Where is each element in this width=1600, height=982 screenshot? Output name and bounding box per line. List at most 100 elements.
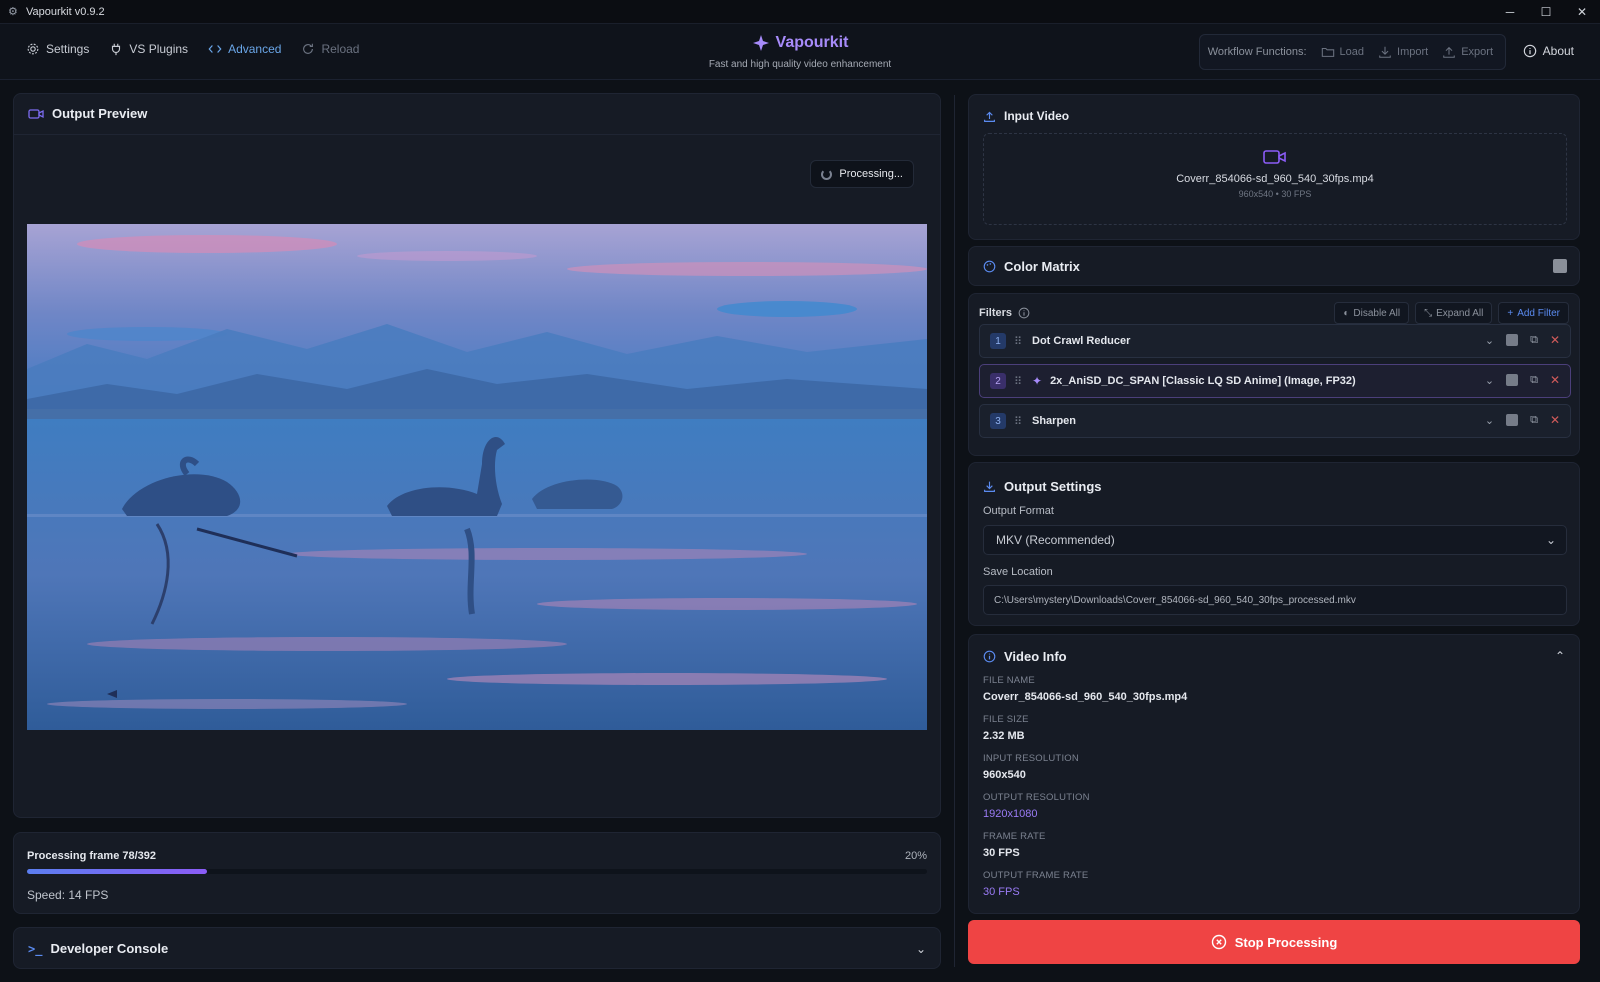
expand-icon: ⤡ [1424,307,1433,319]
progress-panel: Processing frame 78/392 20% Speed: 14 FP… [13,832,941,914]
chevron-down-icon[interactable]: ⌄ [1485,374,1494,387]
duplicate-icon[interactable]: ⧉ [1530,414,1538,427]
info-icon [983,650,996,663]
minimize-button[interactable]: ─ [1492,0,1528,24]
disable-all-button[interactable]: ◐ Disable All [1334,302,1410,324]
drag-handle-icon[interactable]: ⠿ [1014,375,1024,388]
stop-circle-icon [1211,934,1226,950]
load-button[interactable]: Load [1321,45,1364,59]
terminal-icon: >_ [28,941,43,956]
filter-name: Sharpen [1032,415,1077,427]
info-value: 30 FPS [983,847,1020,859]
video-camera-icon [984,148,1566,169]
export-label: Export [1461,46,1493,58]
import-label: Import [1397,46,1429,58]
download-icon [984,481,995,492]
info-key: FRAME RATE [983,831,1046,842]
progress-bar-fill [27,869,207,874]
filter-enabled-checkbox[interactable] [1506,414,1519,426]
info-key: FILE NAME [983,675,1035,686]
chevron-down-icon[interactable]: ⌄ [916,942,926,956]
sparkle-icon: ✦ [1032,374,1043,388]
export-button[interactable]: Export [1442,45,1493,59]
save-location-label: Save Location [983,566,1053,578]
maximize-button[interactable]: ☐ [1528,0,1564,24]
stop-processing-button[interactable]: Stop Processing [968,920,1580,964]
processing-status-badge: Processing... [810,160,914,188]
save-location-value: C:\Users\mystery\Downloads\Coverr_854066… [994,594,1356,606]
processing-frame-text: Processing frame 78/392 [27,850,157,862]
remove-filter-icon[interactable]: ✕ [1550,373,1560,387]
filters-panel: Filters ◐ Disable All ⤡ Expand All + Add Fi… [968,293,1580,456]
remove-filter-icon[interactable]: ✕ [1550,333,1560,347]
expand-all-button[interactable]: ⤡ Expand All [1415,302,1493,324]
info-icon[interactable] [1018,307,1030,319]
duplicate-icon[interactable]: ⧉ [1530,334,1538,347]
drag-handle-icon[interactable]: ⠿ [1014,335,1024,348]
output-format-value: MKV (Recommended) [996,533,1115,547]
filter-row[interactable]: 2 ⠿ ✦ 2x_AniSD_DC_SPAN [Classic LQ SD An… [979,364,1571,398]
color-matrix-title: Color Matrix [1004,259,1080,274]
workflow-functions: Workflow Functions: Load Import Export [1198,34,1506,70]
duplicate-icon[interactable]: ⧉ [1530,374,1538,387]
color-matrix-panel[interactable]: Color Matrix [968,246,1580,286]
toggle-icon: ◐ [1343,307,1350,319]
input-file-name: Coverr_854066-sd_960_540_30fps.mp4 [1176,173,1374,185]
filter-enabled-checkbox[interactable] [1506,374,1519,386]
filter-name: 2x_AniSD_DC_SPAN [Classic LQ SD Anime] (… [1050,375,1356,387]
title-bar: ⚙ Vapourkit v0.9.2 ─ ☐ ✕ [0,0,1600,24]
output-preview-title: Output Preview [52,106,148,121]
info-key: OUTPUT FRAME RATE [983,870,1089,881]
input-video-panel: Input Video Coverr_854066-sd_960_540_30f… [968,94,1580,240]
info-value: Coverr_854066-sd_960_540_30fps.mp4 [983,691,1188,703]
filters-label: Filters [979,307,1013,319]
info-value: 1920x1080 [983,808,1038,820]
filter-order-badge: 2 [990,373,1006,389]
color-matrix-checkbox[interactable] [1553,259,1567,273]
filter-enabled-checkbox[interactable] [1506,334,1519,346]
progress-percent: 20% [904,850,927,862]
load-label: Load [1339,46,1365,58]
app-gear-icon: ⚙ [8,5,18,18]
info-item: FILE NAME Coverr_854066-sd_960_540_30fps… [983,675,1187,714]
add-filter-button[interactable]: + Add Filter [1498,302,1569,324]
info-item: INPUT RESOLUTION 960x540 [983,753,1187,792]
drag-handle-icon[interactable]: ⠿ [1014,415,1024,428]
info-item: FILE SIZE 2.32 MB [983,714,1187,753]
output-format-label: Output Format [983,505,1054,517]
workflow-label: Workflow Functions: [1207,46,1307,58]
chevron-up-icon[interactable]: ⌃ [1555,649,1565,663]
output-preview-panel: Output Preview Processing... [13,93,941,818]
app-name: Vapourkit [775,34,849,51]
about-button[interactable]: About [1523,44,1574,58]
plus-icon: + [1507,307,1514,319]
sparkle-icon [752,35,769,51]
info-key: OUTPUT RESOLUTION [983,792,1090,803]
import-button[interactable]: Import [1378,45,1428,59]
chevron-down-icon: ⌄ [1545,533,1556,547]
output-settings-title: Output Settings [1004,479,1102,494]
save-location-field[interactable]: C:\Users\mystery\Downloads\Coverr_854066… [983,585,1567,615]
filter-row[interactable]: 1 ⠿ Dot Crawl Reducer ⌄ ⧉ ✕ [979,324,1571,358]
add-filter-label: Add Filter [1517,307,1560,319]
info-key: INPUT RESOLUTION [983,753,1079,764]
output-format-select[interactable]: MKV (Recommended) ⌄ [983,525,1567,555]
divider [14,134,940,135]
download-icon [1379,46,1391,58]
info-value: 30 FPS [983,886,1020,898]
close-window-button[interactable]: ✕ [1564,0,1600,24]
about-label: About [1542,44,1574,58]
upload-icon [1443,46,1455,58]
video-dropzone[interactable]: Coverr_854066-sd_960_540_30fps.mp4 960x5… [983,133,1567,225]
input-file-meta: 960x540 • 30 FPS [1238,189,1312,199]
filter-name: Dot Crawl Reducer [1032,335,1131,347]
chevron-down-icon[interactable]: ⌄ [1485,414,1494,427]
developer-console[interactable]: >_ Developer Console ⌄ [13,927,941,969]
filter-row[interactable]: 3 ⠿ Sharpen ⌄ ⧉ ✕ [979,404,1571,438]
folder-icon [1321,47,1334,57]
remove-filter-icon[interactable]: ✕ [1550,413,1560,427]
video-preview-frame [27,224,927,730]
info-item: OUTPUT RESOLUTION 1920x1080 [983,792,1187,831]
video-info-title: Video Info [1004,649,1067,664]
chevron-down-icon[interactable]: ⌄ [1485,334,1494,347]
